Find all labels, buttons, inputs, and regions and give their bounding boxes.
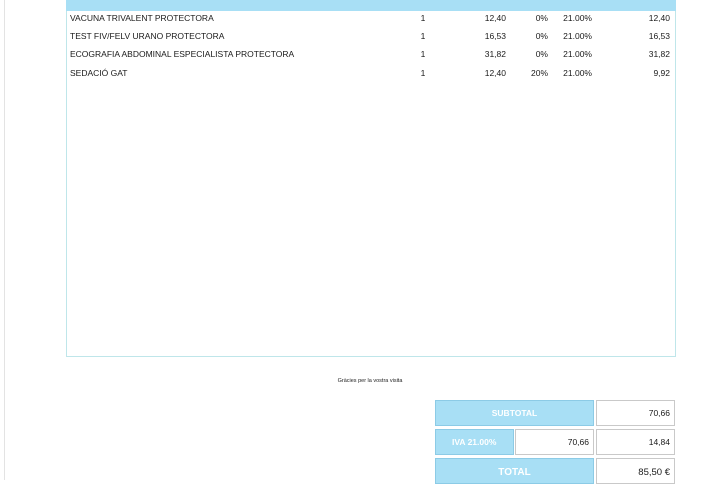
item-discount: 0% (535, 49, 548, 59)
item-vat: 21.00% (563, 13, 592, 23)
item-vat: 21.00% (563, 49, 592, 59)
item-discount: 20% (530, 68, 548, 78)
item-total: 12,40 (648, 13, 670, 23)
item-description: ECOGRAFIA ABDOMINAL ESPECIALISTA PROTECT… (70, 49, 295, 59)
table-row: TEST FIV/FELV URANO PROTECTORA 1 16,53 0… (66, 29, 676, 43)
total-value: 85,50 € (596, 458, 675, 484)
item-quantity: 1 (420, 68, 426, 78)
items-table-header (66, 0, 676, 11)
item-price: 12,40 (484, 68, 506, 78)
item-quantity: 1 (420, 49, 426, 59)
vat-amount-value: 14,84 (596, 429, 675, 455)
table-row: SEDACIÓ GAT 1 12,40 20% 21.00% 9,92 (66, 66, 676, 80)
item-vat: 21.00% (563, 31, 592, 41)
total-label: TOTAL (435, 458, 594, 484)
subtotal-value: 70,66 (596, 400, 675, 426)
item-price: 31,82 (484, 49, 506, 59)
item-price: 12,40 (484, 13, 506, 23)
item-discount: 0% (535, 31, 548, 41)
item-description: SEDACIÓ GAT (70, 68, 128, 78)
item-vat: 21.00% (563, 68, 592, 78)
item-total: 9,92 (653, 68, 670, 78)
page-edge-line (4, 0, 5, 480)
item-quantity: 1 (420, 31, 426, 41)
item-quantity: 1 (420, 13, 426, 23)
subtotal-label: SUBTOTAL (435, 400, 594, 426)
item-total: 16,53 (648, 31, 670, 41)
item-price: 16,53 (484, 31, 506, 41)
table-row: ECOGRAFIA ABDOMINAL ESPECIALISTA PROTECT… (66, 47, 676, 61)
item-discount: 0% (535, 13, 548, 23)
thanks-message: Gràcies per la vostra visita (337, 378, 403, 384)
table-row: VACUNA TRIVALENT PROTECTORA 1 12,40 0% 2… (66, 11, 676, 25)
vat-label: IVA 21.00% (435, 429, 514, 455)
item-total: 31,82 (648, 49, 670, 59)
item-description: VACUNA TRIVALENT PROTECTORA (70, 13, 214, 23)
vat-base-value: 70,66 (515, 429, 594, 455)
item-description: TEST FIV/FELV URANO PROTECTORA (70, 31, 225, 41)
